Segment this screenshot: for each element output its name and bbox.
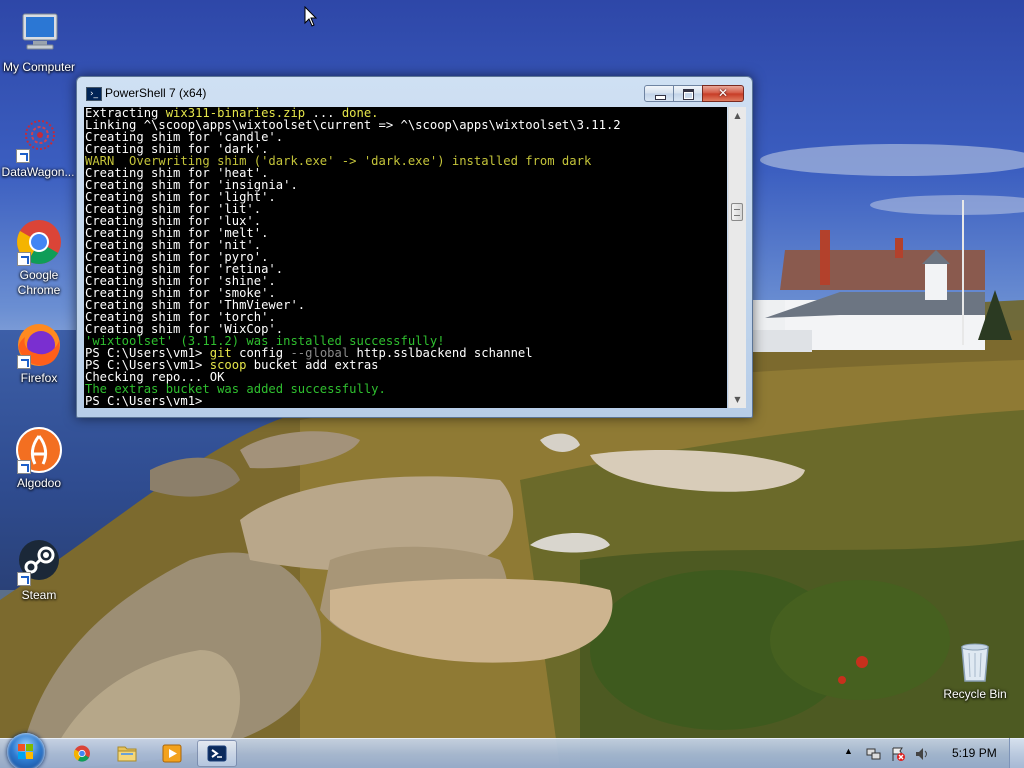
clock[interactable]: 5:19 PM — [952, 746, 997, 760]
console-text-segment: bucket add extras — [246, 358, 379, 372]
steam-icon — [15, 538, 63, 586]
desktop-icon-label: Firefox — [20, 371, 58, 385]
action-center-flag-icon[interactable] — [890, 746, 906, 762]
windows-logo-icon — [18, 744, 34, 760]
powershell-icon — [207, 745, 227, 762]
desktop-icon-datawagon[interactable]: DataWagon... — [0, 115, 76, 180]
mouse-cursor-icon — [304, 6, 318, 27]
console-output[interactable]: Extracting wix311-binaries.zip ... done.… — [84, 107, 727, 408]
vertical-scrollbar[interactable]: ▲ ▼ — [728, 107, 746, 408]
shortcut-arrow-icon — [17, 572, 31, 586]
shortcut-arrow-icon — [17, 252, 31, 266]
computer-icon — [15, 10, 63, 58]
desktop-icon-label: Algodoo — [16, 476, 62, 490]
shortcut-arrow-icon — [17, 355, 31, 369]
window-titlebar[interactable]: ›_ PowerShell 7 (x64) — [77, 77, 752, 107]
start-button[interactable] — [7, 733, 45, 768]
taskbar-app-file-explorer[interactable] — [107, 740, 147, 767]
firefox-icon — [15, 321, 63, 369]
scroll-down-arrow-icon[interactable]: ▼ — [729, 391, 746, 408]
minimize-button[interactable] — [644, 85, 674, 102]
desktop-icon-steam[interactable]: Steam — [1, 538, 77, 603]
show-hidden-icons-arrow-icon[interactable]: ▲ — [844, 746, 853, 756]
desktop-icon-label: Google Chrome — [17, 268, 61, 297]
shortcut-arrow-icon — [16, 149, 30, 163]
volume-icon[interactable] — [914, 746, 930, 762]
powershell-window[interactable]: ›_ PowerShell 7 (x64) Extracting wix311-… — [76, 76, 753, 418]
powershell-icon: ›_ — [86, 87, 102, 101]
desktop-icon-my-computer[interactable]: My Computer — [1, 10, 77, 75]
console-line: PS C:\Users\vm1> — [85, 395, 621, 407]
close-button[interactable] — [702, 85, 744, 102]
chrome-icon — [15, 218, 63, 266]
scroll-thumb[interactable] — [731, 203, 743, 221]
window-controls — [644, 85, 744, 102]
console-text-segment: PS C:\Users\vm1> — [85, 394, 210, 408]
network-icon[interactable] — [866, 746, 882, 762]
console-text: Extracting wix311-binaries.zip ... done.… — [85, 107, 621, 407]
algodoo-icon — [15, 426, 63, 474]
window-title: PowerShell 7 (x64) — [105, 86, 207, 100]
scroll-up-arrow-icon[interactable]: ▲ — [729, 107, 746, 124]
chrome-icon — [73, 745, 90, 762]
desktop-icon-firefox[interactable]: Firefox — [1, 321, 77, 386]
desktop-icon-label: My Computer — [2, 60, 76, 74]
datawagon-icon — [14, 115, 62, 163]
recycle-bin-icon — [951, 637, 999, 685]
taskbar-app-chrome[interactable] — [62, 740, 102, 767]
taskbar-app-powershell[interactable] — [197, 740, 237, 767]
desktop-icon-label: Recycle Bin — [943, 687, 1007, 701]
taskbar-app-media-player[interactable] — [152, 740, 192, 767]
file-explorer-icon — [117, 746, 137, 762]
shortcut-arrow-icon — [17, 460, 31, 474]
maximize-button[interactable] — [673, 85, 703, 102]
desktop-icon-recycle-bin[interactable]: Recycle Bin — [937, 637, 1013, 702]
media-player-icon — [162, 744, 182, 763]
show-desktop-button[interactable] — [1009, 738, 1024, 768]
desktop-icon-google-chrome[interactable]: Google Chrome — [1, 218, 77, 298]
desktop-icon-algodoo[interactable]: Algodoo — [1, 426, 77, 491]
desktop-icon-label: Steam — [21, 588, 57, 602]
system-tray: ▲ 5:19 PM — [842, 738, 1002, 768]
desktop-icon-label: DataWagon... — [1, 165, 75, 179]
